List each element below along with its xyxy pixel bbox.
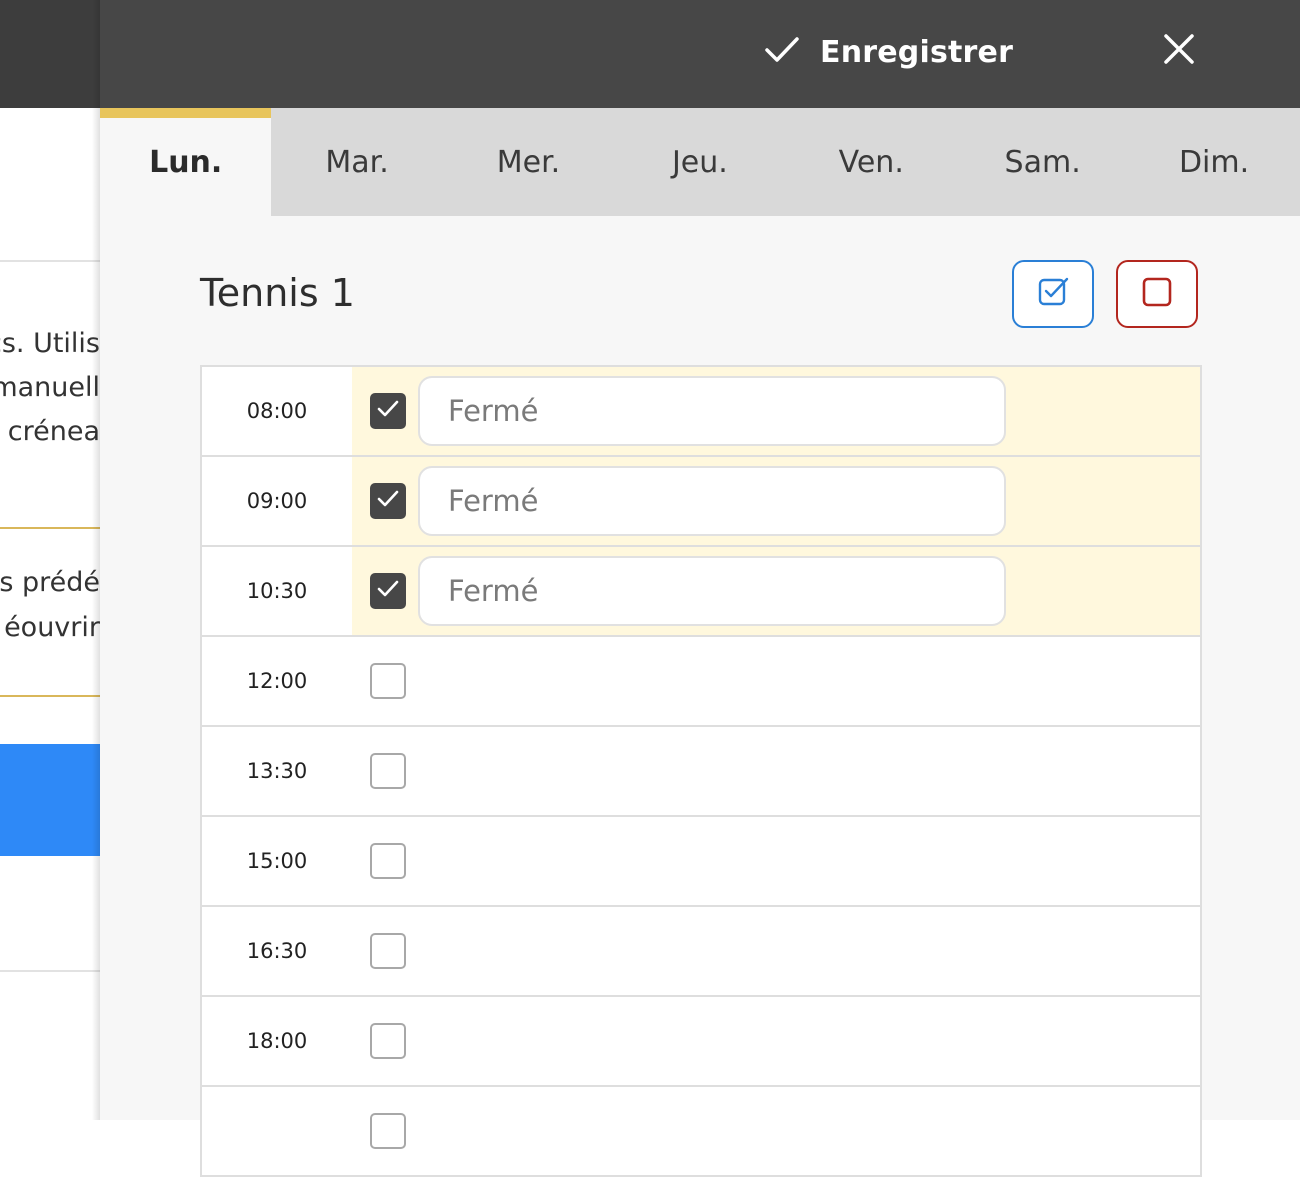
tab-jeu[interactable]: Jeu.: [614, 108, 785, 216]
background-header: [0, 0, 100, 108]
divider: [0, 260, 100, 262]
slot-row: 09:00: [202, 457, 1200, 547]
divider: [0, 695, 100, 697]
slot-row: 10:30: [202, 547, 1200, 637]
divider: [0, 527, 100, 529]
slot-time: [202, 1087, 352, 1175]
slot-note-input[interactable]: [418, 376, 1006, 446]
slot-time: 12:00: [246, 669, 308, 693]
slot-cell: [352, 637, 1200, 725]
check-icon: [764, 35, 800, 69]
background-page: cs. Utilis manuell s crénea s prédé éouv…: [0, 0, 100, 1120]
slot-cell: [352, 997, 1200, 1085]
slot-closed-checkbox[interactable]: [370, 753, 406, 789]
check-icon: [377, 400, 399, 422]
slot-time: 09:00: [246, 489, 308, 513]
schedule-panel: Enregistrer Lun. Mar. Mer. Jeu. Ven. Sam. Dim.…: [100, 0, 1300, 1177]
tab-lun[interactable]: Lun.: [100, 108, 272, 216]
panel-header: Enregistrer: [100, 0, 1300, 108]
check-icon: [377, 490, 399, 512]
slot-row: 13:30: [202, 727, 1200, 817]
background-button: [0, 744, 100, 856]
slot-cell: [352, 1087, 1200, 1175]
slot-time: 10:30: [246, 579, 308, 603]
slot-cell: [352, 817, 1200, 905]
slot-closed-checkbox[interactable]: [370, 573, 406, 609]
slot-row: 12:00: [202, 637, 1200, 727]
close-icon: [1160, 34, 1198, 72]
slot-row: [202, 1087, 1200, 1177]
slot-table: 08:00 09:00 10:30 12:00 13:30 15:00 16:30 18:00: [200, 365, 1202, 1177]
checkbox-checked-icon: [1036, 275, 1070, 313]
slot-row: 08:00: [202, 367, 1200, 457]
check-icon: [377, 580, 399, 602]
slot-cell: [352, 547, 1200, 635]
background-text: manuell: [0, 372, 100, 403]
uncheck-all-button[interactable]: [1116, 260, 1198, 328]
tab-mer[interactable]: Mer.: [443, 108, 614, 216]
slot-time: 15:00: [246, 849, 308, 873]
tab-sam[interactable]: Sam.: [957, 108, 1128, 216]
slot-row: 16:30: [202, 907, 1200, 997]
tab-mar[interactable]: Mar.: [271, 108, 442, 216]
slot-cell: [352, 457, 1200, 545]
slot-closed-checkbox[interactable]: [370, 1023, 406, 1059]
check-all-button[interactable]: [1012, 260, 1094, 328]
panel-shadow: [92, 0, 100, 1120]
slot-closed-checkbox[interactable]: [370, 933, 406, 969]
slot-time: 18:00: [246, 1029, 308, 1053]
slot-closed-checkbox[interactable]: [370, 663, 406, 699]
slot-closed-checkbox[interactable]: [370, 483, 406, 519]
close-button[interactable]: [1160, 28, 1198, 68]
slot-closed-checkbox[interactable]: [370, 843, 406, 879]
slot-cell: [352, 907, 1200, 995]
slot-cell: [352, 727, 1200, 815]
background-text: cs. Utilis: [0, 328, 100, 359]
slot-closed-checkbox[interactable]: [370, 393, 406, 429]
save-button[interactable]: Enregistrer: [764, 28, 1013, 76]
background-text: éouvrir: [4, 612, 100, 643]
slot-time: 08:00: [246, 399, 308, 423]
background-text: s prédé: [0, 567, 100, 598]
day-tabs: Lun. Mar. Mer. Jeu. Ven. Sam. Dim.: [100, 108, 1300, 216]
checkbox-empty-icon: [1140, 275, 1174, 313]
save-label: Enregistrer: [820, 34, 1014, 70]
slot-note-input[interactable]: [418, 556, 1006, 626]
slot-time: 13:30: [246, 759, 308, 783]
background-text: s crénea: [0, 416, 100, 447]
slot-time: 16:30: [246, 939, 308, 963]
tab-dim[interactable]: Dim.: [1128, 108, 1299, 216]
tab-ven[interactable]: Ven.: [786, 108, 957, 216]
slot-row: 15:00: [202, 817, 1200, 907]
slot-note-input[interactable]: [418, 466, 1006, 536]
slot-cell: [352, 367, 1200, 455]
slot-row: 18:00: [202, 997, 1200, 1087]
slot-closed-checkbox[interactable]: [370, 1113, 406, 1149]
divider: [0, 970, 100, 972]
court-title: Tennis 1: [200, 271, 355, 315]
